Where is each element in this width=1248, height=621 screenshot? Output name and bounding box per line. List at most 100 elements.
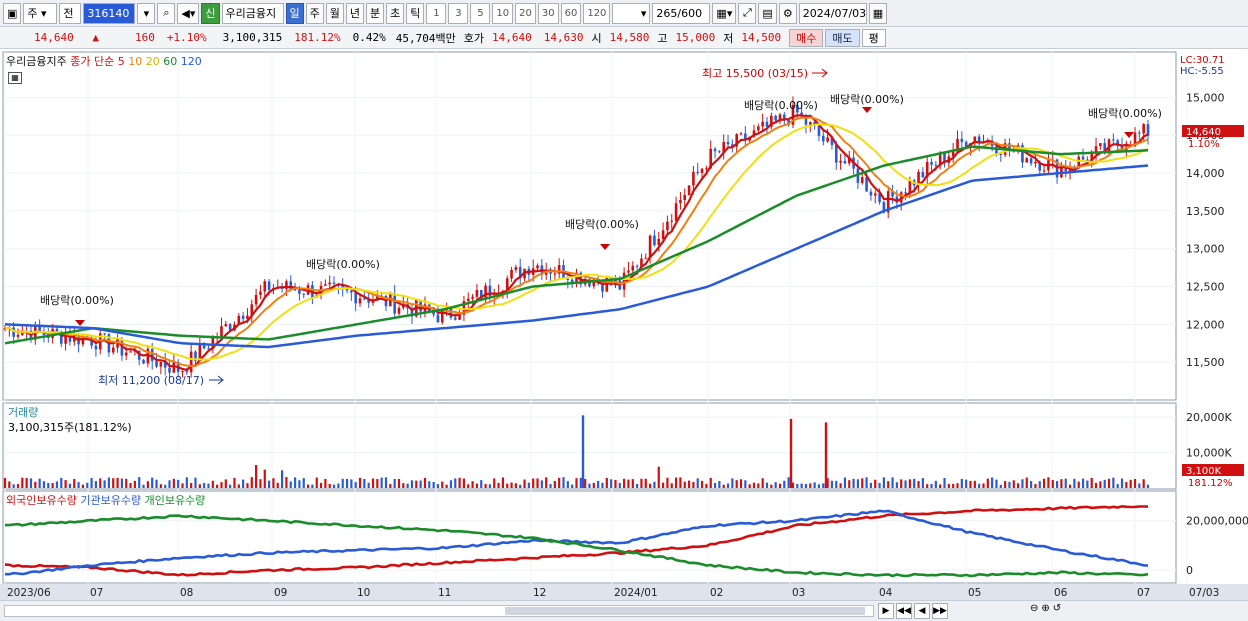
volume-bar — [493, 478, 496, 488]
candle-body — [666, 221, 669, 231]
chart-svg[interactable]: 11,50012,00012,50013,00013,50014,00014,5… — [0, 50, 1248, 600]
ma-60[interactable]: 60 — [163, 55, 177, 68]
price-title[interactable]: 우리금융지주 — [6, 55, 67, 68]
interval-20[interactable]: 20 — [515, 2, 536, 24]
ma-20[interactable]: 20 — [146, 55, 160, 68]
tab-week[interactable]: 주 — [305, 2, 324, 24]
volume-bar — [510, 482, 513, 488]
code-dropdown-icon[interactable]: ▾ — [137, 2, 156, 24]
period-type-select[interactable]: 전 — [59, 2, 82, 24]
candle-body — [168, 367, 171, 373]
volume-bar — [536, 478, 539, 488]
volume-bar — [735, 480, 738, 488]
ma-120[interactable]: 120 — [181, 55, 202, 68]
zoom-in-icon[interactable]: ⊕ — [1041, 603, 1049, 614]
interval-5[interactable]: 5 — [470, 2, 491, 24]
candle-body — [960, 138, 964, 142]
candle-body — [263, 281, 267, 292]
save-icon[interactable]: ▤ — [758, 2, 777, 24]
volume-bar — [263, 469, 266, 488]
prev-icon[interactable]: ◀ — [914, 603, 930, 619]
candle-body — [843, 160, 847, 164]
volume-bar — [1138, 483, 1141, 488]
table-icon[interactable]: ▦ — [8, 72, 22, 84]
interval-120[interactable]: 120 — [583, 2, 611, 24]
tab-second[interactable]: 초 — [386, 2, 405, 24]
interval-60[interactable]: 60 — [560, 2, 582, 24]
tab-tick[interactable]: 틱 — [406, 2, 425, 24]
interval-3[interactable]: 3 — [448, 2, 469, 24]
volume-bar — [12, 484, 15, 488]
ma-10[interactable]: 10 — [128, 55, 142, 68]
volume-bar — [177, 479, 180, 488]
volume-bar — [1090, 477, 1093, 488]
market-select[interactable]: 주 ▾ — [23, 2, 58, 24]
tab-minute[interactable]: 분 — [366, 2, 385, 24]
new-badge[interactable]: 신 — [201, 2, 220, 24]
volume-title[interactable]: 거래량 — [8, 404, 38, 420]
volume-bar — [700, 480, 704, 488]
chart-area[interactable]: 11,50012,00012,50013,00013,50014,00014,5… — [0, 50, 1248, 600]
first-icon[interactable]: ◀◀ — [896, 603, 912, 619]
zoom-out-icon[interactable]: ⊖ — [1030, 603, 1038, 614]
candle-body — [679, 200, 682, 204]
tab-day[interactable]: 일 — [285, 2, 304, 24]
chart-tools-icon[interactable]: ▦▾ — [712, 2, 737, 24]
price-ytick: 13,500 — [1186, 205, 1225, 218]
speaker-icon[interactable]: ◀▾ — [177, 2, 200, 24]
reset-icon[interactable]: ↺ — [1053, 603, 1061, 614]
gear-icon[interactable]: ⚙ — [778, 2, 797, 24]
volume-bar — [484, 483, 487, 488]
volume-bar — [16, 484, 20, 488]
buy-button[interactable]: 매수 — [789, 28, 824, 47]
volume-bar — [722, 484, 725, 488]
candle-body — [155, 360, 158, 367]
tab-month[interactable]: 월 — [325, 2, 344, 24]
price-tag: 14,640 — [1186, 127, 1221, 138]
volume-bar — [190, 482, 193, 488]
next-icon[interactable]: ▶ — [878, 603, 894, 619]
candle-body — [259, 291, 262, 295]
legend-foreign[interactable]: 외국인보유수량 — [6, 494, 77, 507]
up-arrow-icon: ▲ — [92, 31, 99, 44]
trend-icon[interactable]: ⤢ — [738, 2, 757, 24]
market-label: 주 — [27, 7, 38, 20]
price-ytick: 13,000 — [1186, 243, 1225, 256]
interval-10[interactable]: 10 — [492, 2, 514, 24]
volume-bar — [1068, 484, 1072, 488]
volume-bar — [471, 481, 474, 488]
window-menu-icon[interactable]: ▣ — [3, 2, 22, 24]
ma-label[interactable]: 종가 단순 — [70, 55, 114, 68]
toolbar: ▣ 주 ▾ 전 316140 ▾ ⌕ ◀▾ 신 우리금융지 일 주 월 년 분 … — [0, 0, 1248, 27]
calendar-icon[interactable]: ▦ — [868, 2, 888, 24]
ma-5[interactable]: 5 — [118, 55, 125, 68]
volume-bar — [943, 477, 946, 488]
volume-bar — [242, 479, 245, 488]
volume-bar — [363, 478, 366, 488]
volume-bar — [1017, 483, 1020, 488]
legend-institution[interactable]: 기관보유수량 — [80, 494, 141, 507]
search-icon[interactable]: ⌕ — [157, 2, 176, 24]
eval-button[interactable]: 평 — [861, 28, 886, 47]
scroll-thumb[interactable] — [505, 607, 865, 615]
volume-bar — [566, 481, 569, 488]
custom-interval-select[interactable]: ▾ — [612, 2, 651, 24]
interval-30[interactable]: 30 — [537, 2, 559, 24]
candle-body — [453, 317, 457, 320]
volume-bar — [207, 483, 210, 488]
last-icon[interactable]: ▶▶ — [932, 603, 948, 619]
date-input[interactable]: 2024/07/03 — [798, 2, 867, 24]
hc-value: HC:-5.55 — [1180, 66, 1224, 77]
code-input[interactable]: 316140 — [83, 2, 136, 24]
amount: 45,704백만 — [395, 31, 456, 45]
horizontal-scrollbar[interactable] — [4, 605, 874, 617]
legend-individual[interactable]: 개인보유수량 — [145, 494, 206, 507]
candle-body — [358, 298, 362, 304]
volume-bar — [584, 478, 587, 488]
tab-year[interactable]: 년 — [345, 2, 365, 24]
sell-button[interactable]: 매도 — [825, 28, 860, 47]
interval-1[interactable]: 1 — [426, 2, 447, 24]
volume-bar — [882, 477, 885, 488]
stock-name-field[interactable]: 우리금융지 — [221, 2, 284, 24]
count-field[interactable]: 265/600 — [652, 2, 711, 24]
